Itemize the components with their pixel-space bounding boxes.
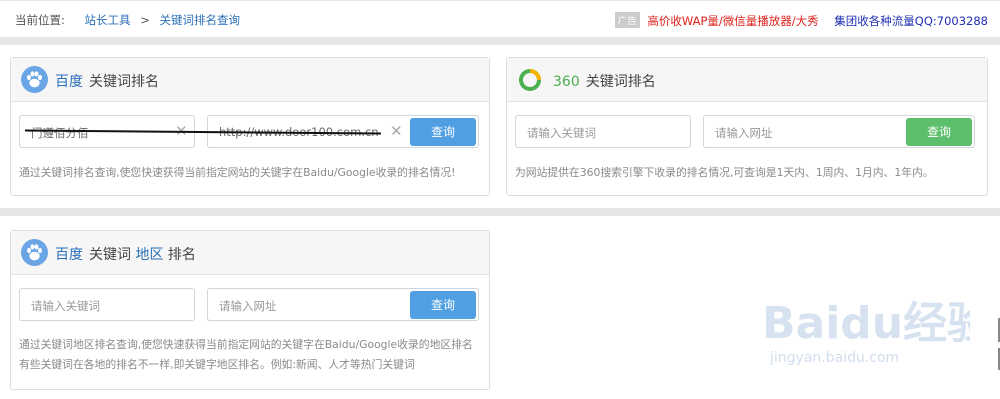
- brand-360: 360: [553, 74, 580, 90]
- ad-area: 广告 高价收WAP量/微信量播放器/大秀 集团收各种流量QQ:7003288: [614, 12, 988, 29]
- query-button[interactable]: 查询: [410, 291, 476, 319]
- card-description-line-2: 有些关键词在各地的排名不一样,即关键字地区排名。例如:新闻、人才等热门关键词: [19, 358, 415, 371]
- qq-ad-link[interactable]: 集团收各种流量QQ:7003288: [834, 14, 988, 28]
- card-title: 百度 关键词排名: [55, 71, 159, 91]
- card-header: 百度 关键词 地区 排名: [11, 231, 489, 275]
- title-region: 地区: [135, 247, 164, 263]
- card-description: 通过关键词排名查询,使您快速获得当前指定网站的关键字在Baidu/Google收…: [19, 166, 456, 179]
- title-text: 关键词排名: [89, 74, 159, 90]
- card-header: 百度 关键词排名: [11, 58, 489, 102]
- url-input[interactable]: 请输入网址 查询: [703, 115, 975, 148]
- paw-icon: [21, 66, 48, 93]
- breadcrumb-link-keyword-rank[interactable]: 关键词排名查询: [159, 13, 240, 27]
- keyword-value: 门遵佰分佰: [31, 126, 89, 140]
- watermark-sub: jingyan.baidu.com: [769, 350, 899, 366]
- keyword-placeholder: 请输入关键词: [31, 299, 100, 313]
- url-placeholder: 请输入网址: [715, 126, 773, 140]
- keyword-input[interactable]: 请输入关键词: [515, 115, 691, 148]
- card-title: 360 关键词排名: [553, 71, 656, 91]
- ad-badge: 广告: [614, 12, 640, 28]
- section-divider: [0, 37, 1000, 45]
- card-description-line-1: 通过关键词地区排名查询,使您快速获得当前指定网站的关键字在Baidu/Googl…: [19, 338, 473, 351]
- baidu-rank-card: 百度关键词排名 门遵佰分佰 ✕ http://www.door100.com.c…: [10, 57, 490, 196]
- url-placeholder: 请输入网址: [219, 299, 277, 313]
- url-input[interactable]: 请输入网址 查询: [207, 288, 479, 321]
- ad-link[interactable]: 高价收WAP量/微信量播放器/大秀: [647, 14, 818, 28]
- so360-rank-card: 360 关键词排名 请输入关键词 请输入网址 查询 为网站提供在360搜索引擎下收…: [506, 57, 988, 196]
- query-button[interactable]: 查询: [410, 118, 476, 146]
- breadcrumb-bar: 当前位置: 站长工具 > 关键词排名查询 广告 高价收WAP量/微信量播放器/大…: [0, 0, 1000, 38]
- clear-x-icon[interactable]: ✕: [390, 122, 403, 140]
- ring-360-icon: [519, 69, 541, 91]
- keyword-placeholder: 请输入关键词: [527, 126, 596, 140]
- breadcrumb-link-tools[interactable]: 站长工具: [85, 13, 131, 27]
- brand-baidu: 百度: [55, 247, 83, 263]
- breadcrumb-prefix: 当前位置:: [15, 13, 65, 27]
- keyword-input[interactable]: 请输入关键词: [19, 288, 195, 321]
- card-header: 360 关键词排名: [507, 58, 987, 102]
- brand-baidu: 百度: [55, 74, 83, 90]
- card-description: 为网站提供在360搜索引擎下收录的排名情况,可查询是1天内、1周内、1月内、1年…: [515, 166, 934, 179]
- watermark-text: Baidu经验: [762, 298, 970, 349]
- baidu-region-rank-card: 百度 关键词 地区 排名 请输入关键词 请输入网址 查询 通过关键词地区排名查询,…: [10, 230, 490, 390]
- card-title: 百度 关键词 地区 排名: [55, 244, 196, 264]
- section-divider: [0, 208, 1000, 216]
- paw-icon: [21, 239, 48, 266]
- title-text-a: 关键词: [89, 247, 131, 263]
- baidu-jingyan-watermark: Baidu经验 jingyan.baidu.com: [762, 298, 970, 366]
- breadcrumb: 当前位置: 站长工具 > 关键词排名查询: [15, 12, 240, 28]
- query-button[interactable]: 查询: [906, 118, 972, 146]
- breadcrumb-separator: >: [140, 13, 150, 27]
- title-text: 关键词排名: [585, 74, 656, 90]
- title-text-b: 排名: [167, 247, 196, 263]
